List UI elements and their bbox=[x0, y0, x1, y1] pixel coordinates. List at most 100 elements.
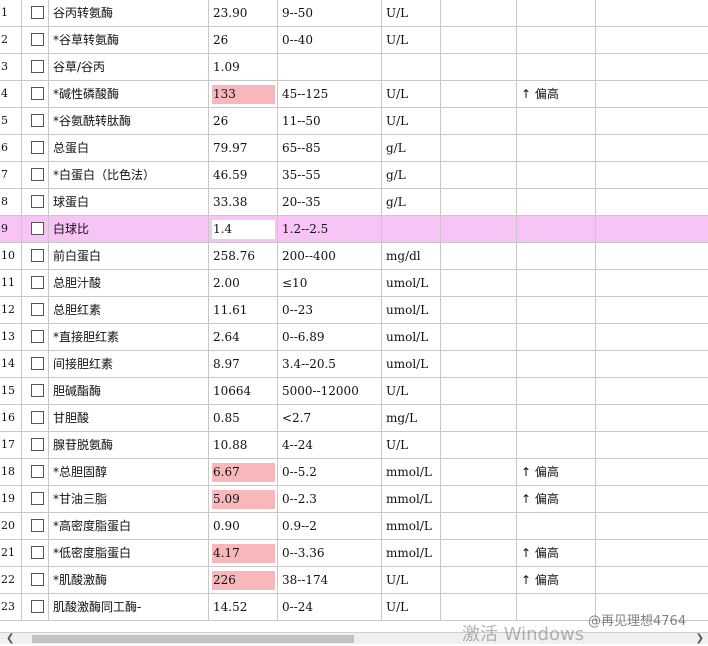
checkbox-cell bbox=[22, 0, 49, 26]
row-checkbox[interactable] bbox=[31, 33, 44, 46]
reference-range: 0--40 bbox=[278, 27, 382, 53]
table-row[interactable]: 1 谷丙转氨酶 23.90 9--50 U/L bbox=[0, 0, 708, 27]
row-checkbox[interactable] bbox=[31, 249, 44, 262]
test-name: 白球比 bbox=[49, 216, 209, 242]
test-name: 胆碱酯酶 bbox=[49, 378, 209, 404]
scroll-thumb[interactable] bbox=[32, 635, 354, 643]
checkbox-cell bbox=[22, 54, 49, 80]
empty-cell bbox=[596, 27, 708, 53]
row-checkbox[interactable] bbox=[31, 492, 44, 505]
empty-cell bbox=[441, 540, 517, 566]
row-checkbox[interactable] bbox=[31, 168, 44, 181]
result-cell: 133 bbox=[209, 81, 278, 107]
test-name: *谷氨酰转肽酶 bbox=[49, 108, 209, 134]
test-name: 甘胆酸 bbox=[49, 405, 209, 431]
row-checkbox[interactable] bbox=[31, 573, 44, 586]
empty-cell bbox=[441, 27, 517, 53]
unit: umol/L bbox=[382, 297, 441, 323]
reference-range: 0--23 bbox=[278, 297, 382, 323]
abnormal-flag bbox=[517, 513, 596, 539]
reference-range: 200--400 bbox=[278, 243, 382, 269]
table-row[interactable]: 9 白球比 1.4 1.2--2.5 bbox=[0, 216, 708, 243]
unit bbox=[382, 54, 441, 80]
row-checkbox[interactable] bbox=[31, 411, 44, 424]
empty-cell bbox=[441, 432, 517, 458]
row-checkbox[interactable] bbox=[31, 114, 44, 127]
checkbox-cell bbox=[22, 567, 49, 593]
table-row[interactable]: 2 *谷草转氨酶 26 0--40 U/L bbox=[0, 27, 708, 54]
scroll-right-arrow-icon[interactable]: ❯ bbox=[696, 633, 704, 644]
abnormal-flag bbox=[517, 27, 596, 53]
reference-range: <2.7 bbox=[278, 405, 382, 431]
table-row[interactable]: 22 *肌酸激酶 226 38--174 U/L ↑ 偏高 bbox=[0, 567, 708, 594]
abnormal-flag: ↑ 偏高 bbox=[517, 459, 596, 485]
result-value: 33.38 bbox=[213, 195, 248, 209]
row-number: 9 bbox=[0, 216, 22, 242]
table-row[interactable]: 14 间接胆红素 8.97 3.4--20.5 umol/L bbox=[0, 351, 708, 378]
empty-cell bbox=[596, 405, 708, 431]
table-row[interactable]: 13 *直接胆红素 2.64 0--6.89 umol/L bbox=[0, 324, 708, 351]
test-name: *直接胆红素 bbox=[49, 324, 209, 350]
table-row[interactable]: 8 球蛋白 33.38 20--35 g/L bbox=[0, 189, 708, 216]
table-row[interactable]: 12 总胆红素 11.61 0--23 umol/L bbox=[0, 297, 708, 324]
test-name: *谷草转氨酶 bbox=[49, 27, 209, 53]
table-row[interactable]: 7 *白蛋白（比色法） 46.59 35--55 g/L bbox=[0, 162, 708, 189]
table-row[interactable]: 16 甘胆酸 0.85 <2.7 mg/L bbox=[0, 405, 708, 432]
empty-cell bbox=[596, 108, 708, 134]
row-checkbox[interactable] bbox=[31, 546, 44, 559]
result-cell: 26 bbox=[209, 108, 278, 134]
empty-cell bbox=[441, 405, 517, 431]
abnormal-flag bbox=[517, 351, 596, 377]
row-checkbox[interactable] bbox=[31, 60, 44, 73]
table-row[interactable]: 15 胆碱酯酶 10664 5000--12000 U/L bbox=[0, 378, 708, 405]
table-row[interactable]: 20 *高密度脂蛋白 0.90 0.9--2 mmol/L bbox=[0, 513, 708, 540]
horizontal-scrollbar[interactable]: ❮ ❯ bbox=[0, 632, 708, 644]
table-row[interactable]: 5 *谷氨酰转肽酶 26 11--50 U/L bbox=[0, 108, 708, 135]
unit: umol/L bbox=[382, 351, 441, 377]
unit: U/L bbox=[382, 81, 441, 107]
reference-range: 0--2.3 bbox=[278, 486, 382, 512]
result-value: 14.52 bbox=[213, 600, 248, 614]
empty-cell bbox=[441, 378, 517, 404]
row-checkbox[interactable] bbox=[31, 438, 44, 451]
row-checkbox[interactable] bbox=[31, 600, 44, 613]
checkbox-cell bbox=[22, 189, 49, 215]
result-value: 23.90 bbox=[213, 6, 248, 20]
row-checkbox[interactable] bbox=[31, 330, 44, 343]
table-row[interactable]: 18 *总胆固醇 6.67 0--5.2 mmol/L ↑ 偏高 bbox=[0, 459, 708, 486]
checkbox-cell bbox=[22, 405, 49, 431]
table-row[interactable]: 21 *低密度脂蛋白 4.17 0--3.36 mmol/L ↑ 偏高 bbox=[0, 540, 708, 567]
empty-cell bbox=[441, 0, 517, 26]
empty-cell bbox=[596, 0, 708, 26]
abnormal-flag bbox=[517, 432, 596, 458]
row-checkbox[interactable] bbox=[31, 222, 44, 235]
reference-range: 35--55 bbox=[278, 162, 382, 188]
empty-cell bbox=[441, 513, 517, 539]
table-row[interactable]: 6 总蛋白 79.97 65--85 g/L bbox=[0, 135, 708, 162]
row-number: 5 bbox=[0, 108, 22, 134]
table-row[interactable]: 4 *碱性磷酸酶 133 45--125 U/L ↑ 偏高 bbox=[0, 81, 708, 108]
row-checkbox[interactable] bbox=[31, 384, 44, 397]
table-row[interactable]: 17 腺苷脱氨酶 10.88 4--24 U/L bbox=[0, 432, 708, 459]
row-checkbox[interactable] bbox=[31, 6, 44, 19]
row-checkbox[interactable] bbox=[31, 195, 44, 208]
row-checkbox[interactable] bbox=[31, 276, 44, 289]
table-row[interactable]: 10 前白蛋白 258.76 200--400 mg/dl bbox=[0, 243, 708, 270]
row-checkbox[interactable] bbox=[31, 465, 44, 478]
table-row[interactable]: 3 谷草/谷丙 1.09 bbox=[0, 54, 708, 81]
result-value: 26 bbox=[213, 33, 229, 47]
empty-cell bbox=[441, 81, 517, 107]
checkbox-cell bbox=[22, 135, 49, 161]
table-row[interactable]: 11 总胆汁酸 2.00 ≤10 umol/L bbox=[0, 270, 708, 297]
test-name: *肌酸激酶 bbox=[49, 567, 209, 593]
row-checkbox[interactable] bbox=[31, 519, 44, 532]
row-checkbox[interactable] bbox=[31, 357, 44, 370]
row-checkbox[interactable] bbox=[31, 87, 44, 100]
reference-range: 0--3.36 bbox=[278, 540, 382, 566]
scroll-left-arrow-icon[interactable]: ❮ bbox=[6, 633, 14, 644]
result-value: 5.09 bbox=[212, 490, 275, 509]
row-checkbox[interactable] bbox=[31, 141, 44, 154]
table-row[interactable]: 19 *甘油三脂 5.09 0--2.3 mmol/L ↑ 偏高 bbox=[0, 486, 708, 513]
row-checkbox[interactable] bbox=[31, 303, 44, 316]
result-value[interactable]: 1.4 bbox=[212, 220, 275, 239]
